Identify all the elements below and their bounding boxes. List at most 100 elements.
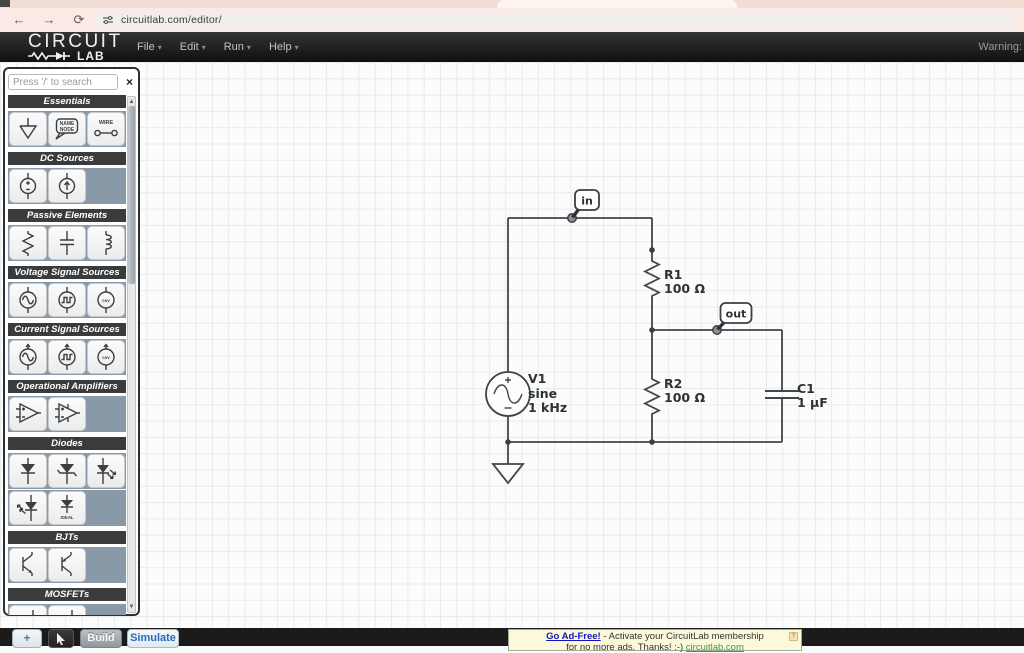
resistor-diode-logo-icon [28, 51, 70, 60]
component-sine-voltage-source[interactable] [9, 283, 47, 317]
component-wire[interactable]: WIRE [87, 112, 125, 146]
section-passive-elements: Passive Elements [8, 209, 126, 261]
c1-name-label: C1 [797, 381, 815, 396]
back-icon[interactable]: ← [8, 9, 30, 31]
circuitlab-logo[interactable]: CIRCUIT LAB [28, 32, 123, 63]
component-csv-current-source[interactable]: csv [87, 340, 125, 374]
address-bar[interactable]: circuitlab.com/editor/ [94, 11, 1016, 29]
url-text: circuitlab.com/editor/ [121, 14, 222, 26]
v1-freq-label: 1 kHz [528, 400, 567, 415]
simulate-tab[interactable]: Simulate [127, 629, 179, 648]
component-inductor[interactable] [87, 226, 125, 260]
menu-file[interactable]: File ▾ [128, 41, 171, 53]
go-ad-free-link[interactable]: Go Ad-Free! [546, 631, 601, 642]
component-op-amp[interactable] [9, 397, 47, 431]
c1-value-label: 1 µF [797, 395, 828, 410]
svg-text:NODE: NODE [60, 127, 75, 133]
bottom-toolbar: + Build Simulate Go Ad-Free! - Activate … [0, 628, 1024, 653]
section-operational-amplifiers: Operational Amplifiers [8, 380, 126, 432]
section-current-signal-sources: Current Signal Sources csv [8, 323, 126, 375]
component-pulse-voltage-source[interactable] [48, 283, 86, 317]
op-amp-power-icon [55, 402, 80, 424]
component-diode[interactable] [9, 454, 47, 488]
section-header: MOSFETs [8, 588, 126, 601]
section-dc-sources: DC Sources [8, 152, 126, 204]
component-pnp-transistor[interactable] [48, 548, 86, 582]
component-npn-transistor[interactable] [9, 548, 47, 582]
component-c1-capacitor[interactable]: C1 1 µF [765, 381, 828, 410]
ad-text-2: for no more ads. Thanks! :-) [566, 642, 686, 653]
component-capacitor[interactable] [48, 226, 86, 260]
close-icon[interactable]: × [126, 76, 133, 88]
section-essentials: Essentials NAME NODE WIRE [8, 95, 126, 147]
component-ground[interactable] [9, 112, 47, 146]
browser-active-tab[interactable] [497, 0, 737, 8]
chevron-down-icon: ▾ [246, 42, 251, 52]
r1-name-label: R1 [664, 267, 682, 282]
menu-edit[interactable]: Edit ▾ [171, 41, 215, 53]
ground-symbol[interactable] [491, 442, 525, 485]
r1-value-label: 100 Ω [664, 281, 705, 296]
component-name-node[interactable]: NAME NODE [48, 112, 86, 146]
search-input[interactable] [8, 74, 118, 90]
palette-scrollbar[interactable]: ▲ ▼ [127, 96, 136, 613]
component-pulse-current-source[interactable] [48, 340, 86, 374]
circuitlab-ad-link[interactable]: circuitlab.com [686, 642, 744, 653]
junction-dot [649, 327, 655, 333]
scroll-down-icon[interactable]: ▼ [128, 603, 135, 611]
scrollbar-thumb[interactable] [128, 106, 135, 284]
section-mosfets: MOSFETs [8, 588, 126, 615]
nmos-transistor-icon [21, 610, 34, 615]
pulse-source-icon [58, 287, 76, 313]
op-amp-icon [16, 402, 41, 424]
component-r1-resistor[interactable]: R1 100 Ω [642, 259, 705, 301]
capacitor-icon [60, 231, 74, 255]
component-nmos-transistor[interactable] [9, 605, 47, 615]
menu-help[interactable]: Help ▾ [260, 41, 308, 53]
ideal-diode-icon: IDEAL [60, 495, 74, 520]
component-pmos-transistor[interactable] [48, 605, 86, 615]
junction-dot [505, 439, 511, 445]
section-header: Passive Elements [8, 209, 126, 222]
component-r2-resistor[interactable]: R2 100 Ω [642, 376, 705, 419]
dc-current-source-icon [58, 173, 76, 199]
ad-banner: Go Ad-Free! - Activate your CircuitLab m… [508, 629, 802, 653]
name-node-icon: NAME NODE [55, 118, 79, 140]
component-ideal-diode[interactable]: IDEAL [48, 491, 86, 525]
csv-source-icon: csv [97, 287, 115, 313]
resistor-icon [21, 231, 35, 256]
add-button[interactable]: + [12, 629, 42, 648]
ad-help-icon[interactable]: ? [789, 632, 798, 641]
chevron-down-icon: ▾ [294, 42, 299, 52]
component-dc-current-source[interactable] [48, 169, 86, 203]
component-led[interactable] [87, 454, 125, 488]
photodiode-icon [16, 495, 37, 521]
sine-current-source-icon [19, 343, 37, 370]
inductor-icon [105, 231, 112, 255]
csv-current-source-icon: csv [97, 343, 115, 370]
component-photodiode[interactable] [9, 491, 47, 525]
pmos-transistor-icon [60, 610, 73, 615]
svg-text:IDEAL: IDEAL [60, 515, 73, 520]
cursor-tool-button[interactable] [48, 629, 74, 648]
svg-text:csv: csv [102, 355, 110, 360]
dc-voltage-source-icon [19, 173, 37, 199]
in-node-text: in [581, 195, 593, 208]
diode-icon [21, 458, 35, 484]
out-node-text: out [726, 308, 747, 321]
component-csv-voltage-source[interactable]: csv [87, 283, 125, 317]
build-tab[interactable]: Build [80, 629, 122, 648]
component-v1-source[interactable]: V1 sine 1 kHz [485, 371, 567, 417]
component-resistor[interactable] [9, 226, 47, 260]
reload-icon[interactable]: ⟳ [68, 9, 90, 31]
component-sine-current-source[interactable] [9, 340, 47, 374]
component-dc-voltage-source[interactable] [9, 169, 47, 203]
menu-run[interactable]: Run ▾ [215, 41, 260, 53]
browser-toolbar: ← → ⟳ circuitlab.com/editor/ [0, 8, 1024, 32]
site-settings-icon[interactable] [102, 15, 114, 25]
component-zener-diode[interactable] [48, 454, 86, 488]
component-op-amp-power[interactable] [48, 397, 86, 431]
scroll-up-icon[interactable]: ▲ [128, 98, 135, 106]
forward-icon[interactable]: → [38, 9, 60, 31]
v1-type-label: sine [528, 386, 557, 401]
